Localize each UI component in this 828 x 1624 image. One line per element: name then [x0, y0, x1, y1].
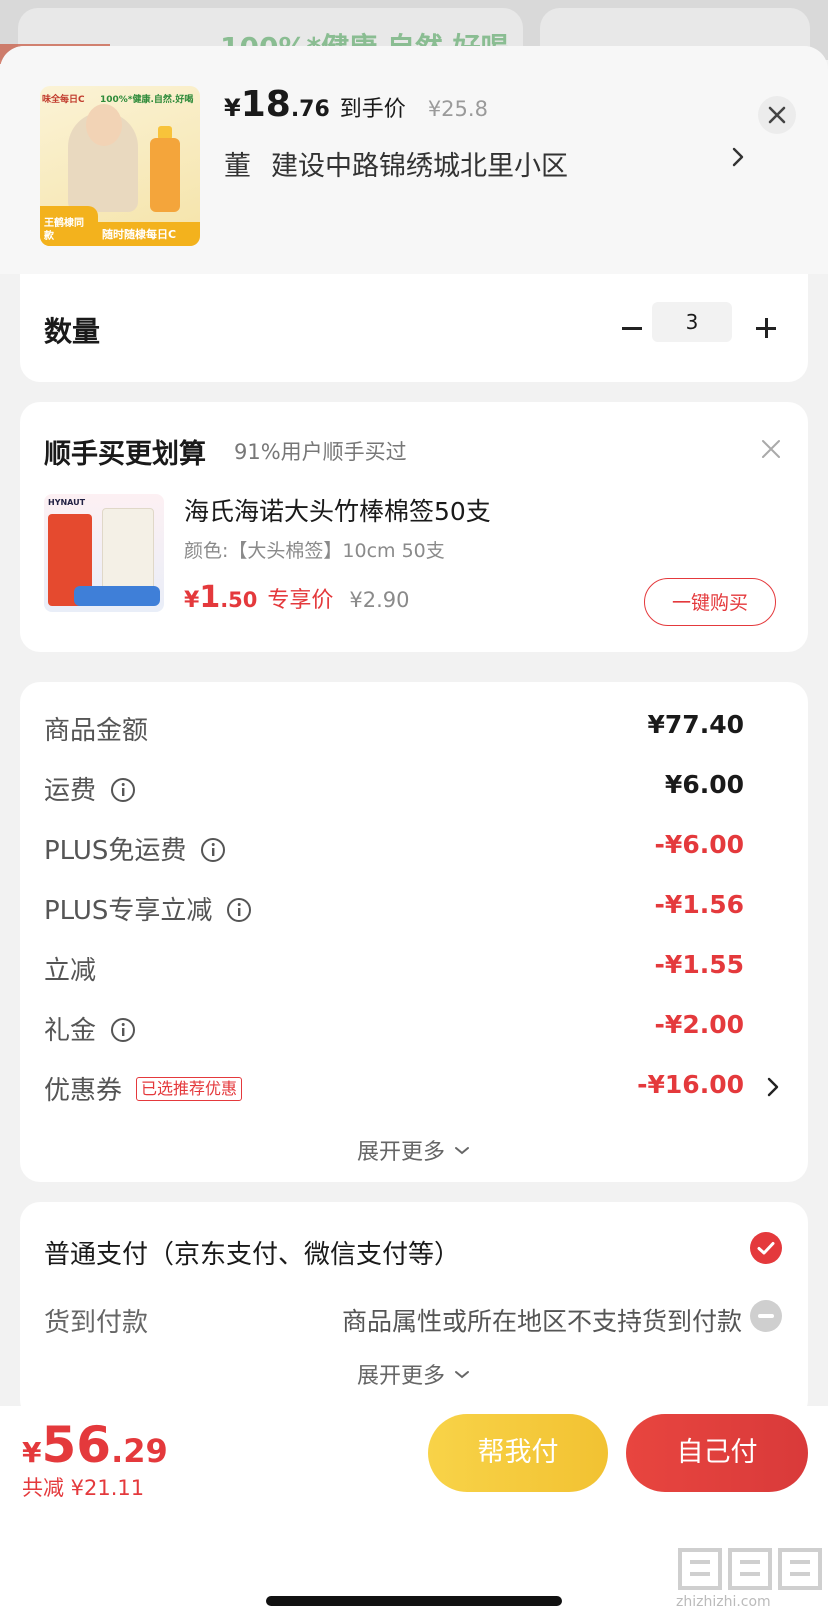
product-image-slogan: 100%*健康.自然.好喝 — [100, 95, 194, 105]
addon-original-price: ¥2.90 — [349, 588, 410, 612]
summary-value: ¥77.40 — [647, 710, 744, 739]
addon-title: 顺手买更划算 — [44, 439, 206, 470]
pay-myself-button[interactable]: 自己付 — [626, 1414, 808, 1492]
info-icon[interactable] — [226, 897, 252, 923]
expand-more-label: 展开更多 — [356, 1364, 445, 1389]
summary-value: ¥6.00 — [664, 770, 744, 799]
expand-more-label: 展开更多 — [356, 1140, 445, 1165]
chevron-down-icon — [455, 1147, 469, 1155]
summary-label: 立减 — [44, 956, 97, 986]
product-image-face — [86, 104, 122, 146]
price-decimal: .76 — [290, 97, 330, 122]
summary-label: 运费 — [44, 776, 97, 806]
summary-row-instant-discount: 立减 -¥1.55 — [44, 950, 784, 990]
close-icon — [768, 106, 786, 124]
disabled-icon — [750, 1300, 782, 1332]
addon-price-decimal: .50 — [220, 588, 258, 612]
payment-expand-more[interactable]: 展开更多 — [20, 1358, 808, 1390]
address-recipient: 董 — [224, 151, 251, 182]
chevron-right-icon[interactable] — [766, 1076, 780, 1098]
price-integer: 18 — [240, 84, 291, 125]
product-image-bottle — [150, 138, 180, 212]
payment-option-normal[interactable]: 普通支付（京东支付、微信支付等） — [44, 1234, 460, 1271]
summary-label: 礼金 — [44, 1016, 97, 1046]
total-integer: 56 — [41, 1416, 112, 1474]
total-saved: 共减 ¥21.11 — [22, 1476, 145, 1500]
addon-price: ¥1.50 专享价 ¥2.90 — [184, 580, 410, 615]
address-text: 建设中路锦绣城北里小区 — [271, 151, 568, 182]
coupon-badge: 已选推荐优惠 — [136, 1076, 243, 1101]
payment-card: 普通支付（京东支付、微信支付等） 货到付款 商品属性或所在地区不支持货到付款 展… — [20, 1202, 808, 1420]
summary-value: -¥1.56 — [654, 890, 744, 919]
addon-subtitle: 91%用户顺手买过 — [234, 440, 407, 464]
total-price: ¥56.29 — [22, 1416, 168, 1474]
addon-image-base — [74, 586, 160, 606]
order-sheet: 味全每日C 100%*健康.自然.好喝 王鹤棣同款 随时随棣每日C ¥18.76… — [0, 46, 828, 1624]
original-price: ¥25.8 — [427, 97, 488, 121]
cod-unavailable-note: 商品属性或所在地区不支持货到付款 — [341, 1307, 742, 1336]
close-icon[interactable] — [760, 438, 782, 460]
info-icon[interactable] — [200, 837, 226, 863]
home-indicator[interactable] — [266, 1596, 562, 1606]
summary-row-shipping: 运费 ¥6.00 — [44, 770, 784, 810]
quantity-input[interactable]: 3 — [652, 302, 732, 342]
total-decimal: .29 — [111, 1432, 168, 1470]
addon-card: 顺手买更划算 91%用户顺手买过 HYNAUT 海氏海诺大头竹棒棉签50支 颜色… — [20, 402, 808, 652]
addon-item-spec: 颜色:【大头棉签】10cm 50支 — [184, 540, 445, 562]
summary-row-gift-money: 礼金 -¥2.00 — [44, 1010, 784, 1050]
quantity-decrease-button[interactable] — [612, 308, 652, 348]
product-image-right-tag: 随时随棣每日C — [102, 228, 177, 241]
summary-label: PLUS免运费 — [44, 836, 187, 866]
delivery-address[interactable]: 董建设中路锦绣城北里小区 — [224, 144, 568, 183]
one-click-buy-button[interactable]: 一键购买 — [644, 578, 776, 626]
addon-image-brand: HYNAUT — [48, 498, 86, 507]
summary-label: 优惠券 — [44, 1076, 123, 1106]
product-price: ¥18.76 到手价 ¥25.8 — [224, 84, 488, 125]
summary-row-plus-discount: PLUS专享立减 -¥1.56 — [44, 890, 784, 930]
price-tag: 到手价 — [339, 97, 406, 122]
info-icon[interactable] — [110, 1017, 136, 1043]
addon-image[interactable]: HYNAUT — [44, 494, 164, 612]
addon-price-currency: ¥ — [184, 588, 200, 613]
product-image-logo: 味全每日C — [42, 95, 85, 105]
summary-row-coupon[interactable]: 优惠券 已选推荐优惠 -¥16.00 — [44, 1070, 784, 1110]
price-currency: ¥ — [224, 94, 241, 122]
watermark-logo — [678, 1548, 822, 1590]
summary-value: -¥6.00 — [654, 830, 744, 859]
addon-price-label: 专享价 — [267, 588, 334, 613]
summary-label: PLUS专享立减 — [44, 896, 213, 926]
summary-label: 商品金额 — [44, 716, 149, 746]
close-button[interactable] — [758, 96, 796, 134]
watermark-url: zhizhizhi.com — [676, 1594, 771, 1610]
total-currency: ¥ — [22, 1436, 42, 1469]
info-icon[interactable] — [110, 777, 136, 803]
summary-row-goods-amount: 商品金额 ¥77.40 — [44, 710, 784, 750]
product-image-left-tag: 王鹤棣同款 — [44, 218, 84, 242]
quantity-label: 数量 — [44, 315, 101, 348]
addon-item-name[interactable]: 海氏海诺大头竹棒棉签50支 — [184, 492, 491, 528]
summary-value: -¥1.55 — [654, 950, 744, 979]
quantity-card: 数量 3 — [20, 274, 808, 382]
price-summary-card: 商品金额 ¥77.40 运费 ¥6.00 PLUS免运费 -¥6.00 PLUS… — [20, 682, 808, 1182]
chevron-down-icon — [455, 1371, 469, 1379]
addon-image-package — [102, 508, 154, 594]
product-header: 味全每日C 100%*健康.自然.好喝 王鹤棣同款 随时随棣每日C ¥18.76… — [0, 46, 828, 274]
quantity-increase-button[interactable] — [746, 308, 786, 348]
product-image[interactable]: 味全每日C 100%*健康.自然.好喝 王鹤棣同款 随时随棣每日C — [40, 86, 200, 246]
summary-value: -¥2.00 — [654, 1010, 744, 1039]
summary-row-plus-free-shipping: PLUS免运费 -¥6.00 — [44, 830, 784, 870]
summary-value: -¥16.00 — [637, 1070, 744, 1099]
summary-expand-more[interactable]: 展开更多 — [20, 1134, 808, 1166]
payment-selected-check[interactable] — [750, 1232, 782, 1264]
payment-option-cod: 货到付款 — [44, 1308, 149, 1338]
addon-price-integer: 1 — [199, 580, 221, 615]
help-me-pay-button[interactable]: 帮我付 — [428, 1414, 608, 1492]
check-icon — [757, 1242, 775, 1255]
chevron-right-icon[interactable] — [730, 146, 746, 168]
